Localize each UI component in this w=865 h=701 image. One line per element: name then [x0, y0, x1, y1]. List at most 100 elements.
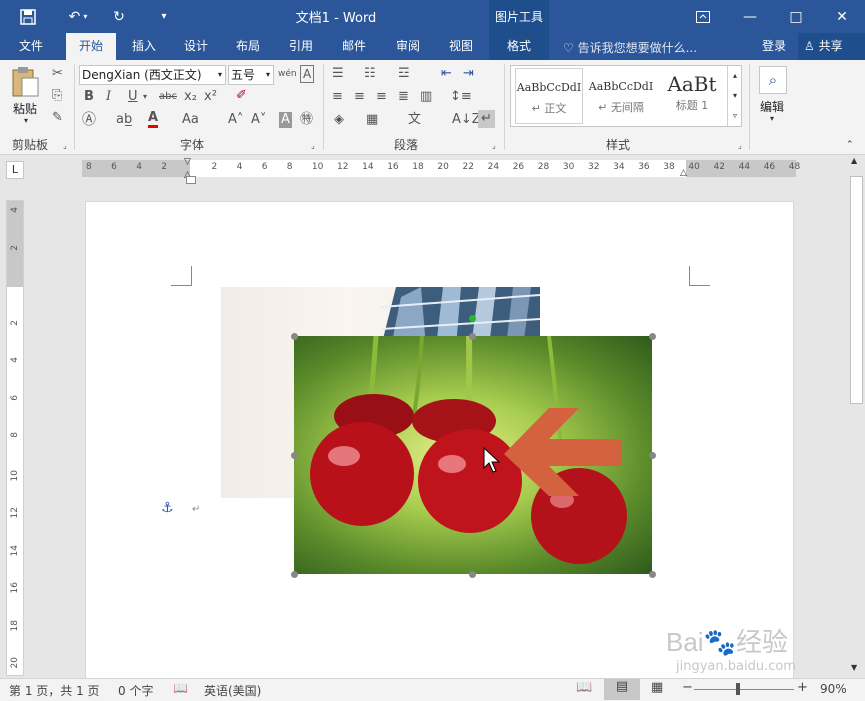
- paste-button[interactable]: 粘贴: [13, 100, 37, 117]
- clipboard-launcher-icon[interactable]: ⌟: [63, 138, 67, 154]
- search-icon[interactable]: ⌕: [759, 66, 787, 94]
- tab-references[interactable]: 引用: [279, 33, 323, 60]
- undo-icon[interactable]: ↶ ▾: [60, 0, 96, 33]
- language[interactable]: 英语(美国): [204, 682, 261, 699]
- style-heading-1[interactable]: AaBt 标题 1: [659, 68, 725, 124]
- borders-icon[interactable]: ▦: [366, 112, 378, 128]
- web-layout-icon[interactable]: ▦: [651, 680, 663, 695]
- tab-design[interactable]: 设计: [174, 33, 218, 60]
- clear-formatting-icon[interactable]: ✐: [236, 88, 247, 104]
- paragraph-launcher-icon[interactable]: ⌟: [492, 138, 496, 154]
- char-border-icon[interactable]: A: [300, 65, 315, 83]
- scroll-up-icon[interactable]: ▲: [851, 156, 857, 165]
- sort-icon[interactable]: A↓Z: [452, 112, 481, 128]
- underline-icon[interactable]: U: [128, 89, 138, 105]
- left-indent-marker[interactable]: [186, 176, 196, 184]
- cherry-image[interactable]: [294, 336, 652, 574]
- grow-font-icon[interactable]: A˄: [228, 112, 243, 128]
- font-launcher-icon[interactable]: ⌟: [311, 138, 315, 154]
- vertical-ruler[interactable]: 4 2 2 4 6 8 10 12 14 16 18 20: [6, 200, 24, 676]
- ribbon-display-icon[interactable]: [685, 0, 721, 33]
- resize-handle[interactable]: [291, 333, 298, 340]
- format-painter-icon[interactable]: ✎: [52, 110, 63, 126]
- zoom-slider-thumb[interactable]: [736, 683, 740, 695]
- tab-file[interactable]: 文件: [8, 33, 54, 60]
- tab-view[interactable]: 视图: [439, 33, 483, 60]
- zoom-level[interactable]: 90%: [820, 682, 847, 696]
- style-no-spacing[interactable]: AaBbCcDdI ↵ 无间隔: [587, 68, 655, 124]
- phonetic-guide-icon[interactable]: wén: [278, 66, 297, 82]
- tab-format[interactable]: 格式: [489, 33, 549, 60]
- zoom-out-button[interactable]: −: [682, 680, 693, 695]
- sign-in-link[interactable]: 登录: [756, 33, 792, 60]
- maximize-button[interactable]: □: [776, 0, 816, 33]
- numbering-icon[interactable]: ☷: [364, 66, 376, 82]
- collapse-ribbon-icon[interactable]: ⌃: [846, 140, 854, 150]
- decrease-indent-icon[interactable]: ⇤: [441, 66, 452, 82]
- close-button[interactable]: ✕: [822, 0, 862, 33]
- shading-icon[interactable]: ◈: [334, 112, 344, 128]
- line-spacing-icon[interactable]: ↕≡: [450, 89, 472, 105]
- bold-icon[interactable]: B: [84, 89, 94, 105]
- italic-icon[interactable]: I: [106, 89, 111, 105]
- proofing-icon[interactable]: 📖: [173, 681, 188, 695]
- paste-dropdown-icon[interactable]: ▾: [24, 116, 28, 125]
- resize-handle[interactable]: [469, 333, 476, 340]
- page-count[interactable]: 第 1 页，共 1 页: [9, 682, 100, 699]
- justify-icon[interactable]: ≣: [398, 89, 409, 105]
- word-count[interactable]: 0 个字: [118, 682, 153, 699]
- tell-me-search[interactable]: ♡ 告诉我您想要做什么...: [563, 39, 697, 56]
- scroll-thumb[interactable]: [850, 176, 863, 404]
- tab-review[interactable]: 审阅: [386, 33, 430, 60]
- first-line-indent-icon[interactable]: ▽: [184, 157, 191, 167]
- share-button[interactable]: ♙ 共享: [798, 33, 865, 60]
- zoom-in-button[interactable]: +: [797, 680, 808, 695]
- multilevel-list-icon[interactable]: ☲: [398, 66, 410, 82]
- document-page[interactable]: ⚓ ↵ Bai🐾经验 jingyan.baidu.com: [85, 201, 796, 681]
- align-center-icon[interactable]: ≡: [354, 89, 365, 105]
- scroll-down-icon[interactable]: ▼: [851, 663, 857, 672]
- text-effects-icon[interactable]: Ⓐ: [82, 112, 96, 128]
- tab-insert[interactable]: 插入: [122, 33, 166, 60]
- resize-handle[interactable]: [291, 452, 298, 459]
- resize-handle[interactable]: [649, 333, 656, 340]
- styles-launcher-icon[interactable]: ⌟: [738, 138, 742, 154]
- strikethrough-icon[interactable]: abc: [159, 89, 177, 105]
- resize-handle[interactable]: [469, 571, 476, 578]
- show-marks-icon[interactable]: ↵: [478, 110, 495, 128]
- print-layout-icon[interactable]: ▤: [604, 679, 640, 700]
- horizontal-ruler[interactable]: 8 6 4 2 2 4 6 8 10 12 14 16 18 20 22 24 26 28 30 32 34 36 38 40…: [82, 157, 800, 180]
- font-name-combo[interactable]: DengXian (西文正文) ▾: [79, 65, 226, 85]
- align-left-icon[interactable]: ≡: [332, 89, 343, 105]
- copy-icon[interactable]: ⎘: [52, 88, 62, 104]
- paste-icon[interactable]: [10, 66, 44, 100]
- chevron-down-icon[interactable]: ▾: [143, 89, 147, 105]
- shrink-font-icon[interactable]: A˅: [251, 112, 266, 128]
- customize-icon[interactable]: ▾: [152, 0, 176, 33]
- increase-indent-icon[interactable]: ⇥: [463, 66, 474, 82]
- change-case-icon[interactable]: Aa: [182, 112, 199, 128]
- resize-handle[interactable]: [649, 452, 656, 459]
- tab-selector-icon[interactable]: L: [6, 161, 24, 179]
- zoom-slider-track[interactable]: [694, 689, 794, 690]
- tab-layout[interactable]: 布局: [226, 33, 270, 60]
- redo-icon[interactable]: ↻: [106, 0, 132, 33]
- char-shading-icon[interactable]: A: [279, 112, 292, 128]
- resize-handle[interactable]: [291, 571, 298, 578]
- font-size-combo[interactable]: 五号 ▾: [228, 65, 274, 85]
- styles-scroll[interactable]: ▴ ▾ ▿: [727, 66, 742, 126]
- subscript-icon[interactable]: x₂: [184, 89, 197, 105]
- minimize-button[interactable]: —: [730, 0, 770, 33]
- rotate-handle[interactable]: [469, 315, 476, 322]
- cut-icon[interactable]: ✂: [52, 66, 63, 82]
- enclose-char-icon[interactable]: ㊕: [300, 112, 313, 128]
- tab-home[interactable]: 开始: [66, 33, 116, 60]
- save-icon[interactable]: [14, 0, 42, 33]
- chinese-layout-icon[interactable]: 文: [408, 112, 421, 128]
- editing-button[interactable]: 编辑: [760, 98, 784, 115]
- chevron-down-icon[interactable]: ▾: [770, 114, 774, 123]
- right-indent-icon[interactable]: △: [680, 168, 687, 178]
- tab-mailings[interactable]: 邮件: [332, 33, 376, 60]
- highlight-icon[interactable]: ab̲: [116, 112, 132, 128]
- resize-handle[interactable]: [649, 571, 656, 578]
